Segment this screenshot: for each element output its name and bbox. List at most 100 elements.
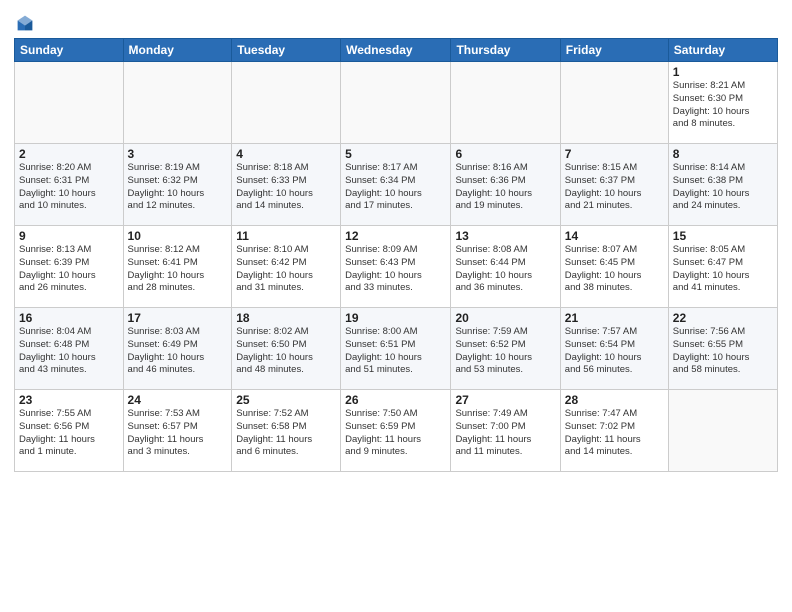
calendar-cell: 6Sunrise: 8:16 AM Sunset: 6:36 PM Daylig… bbox=[451, 144, 560, 226]
weekday-header-friday: Friday bbox=[560, 39, 668, 62]
day-number: 27 bbox=[455, 393, 555, 407]
weekday-header-saturday: Saturday bbox=[668, 39, 777, 62]
calendar-cell: 21Sunrise: 7:57 AM Sunset: 6:54 PM Dayli… bbox=[560, 308, 668, 390]
day-info: Sunrise: 8:12 AM Sunset: 6:41 PM Dayligh… bbox=[128, 244, 228, 295]
day-number: 20 bbox=[455, 311, 555, 325]
day-number: 7 bbox=[565, 147, 664, 161]
calendar-cell bbox=[560, 62, 668, 144]
weekday-header-thursday: Thursday bbox=[451, 39, 560, 62]
calendar-cell: 1Sunrise: 8:21 AM Sunset: 6:30 PM Daylig… bbox=[668, 62, 777, 144]
day-number: 15 bbox=[673, 229, 773, 243]
day-number: 13 bbox=[455, 229, 555, 243]
calendar-cell bbox=[451, 62, 560, 144]
calendar-cell: 14Sunrise: 8:07 AM Sunset: 6:45 PM Dayli… bbox=[560, 226, 668, 308]
calendar-cell: 19Sunrise: 8:00 AM Sunset: 6:51 PM Dayli… bbox=[341, 308, 451, 390]
day-info: Sunrise: 7:49 AM Sunset: 7:00 PM Dayligh… bbox=[455, 408, 555, 459]
day-number: 23 bbox=[19, 393, 119, 407]
day-info: Sunrise: 8:19 AM Sunset: 6:32 PM Dayligh… bbox=[128, 162, 228, 213]
day-info: Sunrise: 8:17 AM Sunset: 6:34 PM Dayligh… bbox=[345, 162, 446, 213]
day-info: Sunrise: 7:47 AM Sunset: 7:02 PM Dayligh… bbox=[565, 408, 664, 459]
calendar-cell: 16Sunrise: 8:04 AM Sunset: 6:48 PM Dayli… bbox=[15, 308, 124, 390]
day-info: Sunrise: 8:04 AM Sunset: 6:48 PM Dayligh… bbox=[19, 326, 119, 377]
calendar-cell: 27Sunrise: 7:49 AM Sunset: 7:00 PM Dayli… bbox=[451, 390, 560, 472]
calendar-cell: 8Sunrise: 8:14 AM Sunset: 6:38 PM Daylig… bbox=[668, 144, 777, 226]
day-info: Sunrise: 8:14 AM Sunset: 6:38 PM Dayligh… bbox=[673, 162, 773, 213]
day-number: 10 bbox=[128, 229, 228, 243]
day-info: Sunrise: 8:21 AM Sunset: 6:30 PM Dayligh… bbox=[673, 80, 773, 131]
day-number: 25 bbox=[236, 393, 336, 407]
day-info: Sunrise: 8:20 AM Sunset: 6:31 PM Dayligh… bbox=[19, 162, 119, 213]
calendar-cell: 20Sunrise: 7:59 AM Sunset: 6:52 PM Dayli… bbox=[451, 308, 560, 390]
day-info: Sunrise: 7:57 AM Sunset: 6:54 PM Dayligh… bbox=[565, 326, 664, 377]
day-number: 17 bbox=[128, 311, 228, 325]
day-number: 14 bbox=[565, 229, 664, 243]
weekday-header-monday: Monday bbox=[123, 39, 232, 62]
day-number: 5 bbox=[345, 147, 446, 161]
day-number: 2 bbox=[19, 147, 119, 161]
calendar-cell: 12Sunrise: 8:09 AM Sunset: 6:43 PM Dayli… bbox=[341, 226, 451, 308]
calendar-cell: 2Sunrise: 8:20 AM Sunset: 6:31 PM Daylig… bbox=[15, 144, 124, 226]
calendar-cell: 4Sunrise: 8:18 AM Sunset: 6:33 PM Daylig… bbox=[232, 144, 341, 226]
day-number: 6 bbox=[455, 147, 555, 161]
day-info: Sunrise: 8:10 AM Sunset: 6:42 PM Dayligh… bbox=[236, 244, 336, 295]
day-number: 24 bbox=[128, 393, 228, 407]
calendar-cell: 5Sunrise: 8:17 AM Sunset: 6:34 PM Daylig… bbox=[341, 144, 451, 226]
calendar-cell: 22Sunrise: 7:56 AM Sunset: 6:55 PM Dayli… bbox=[668, 308, 777, 390]
calendar-cell: 18Sunrise: 8:02 AM Sunset: 6:50 PM Dayli… bbox=[232, 308, 341, 390]
calendar: SundayMondayTuesdayWednesdayThursdayFrid… bbox=[14, 38, 778, 472]
weekday-header-tuesday: Tuesday bbox=[232, 39, 341, 62]
day-number: 22 bbox=[673, 311, 773, 325]
day-number: 18 bbox=[236, 311, 336, 325]
day-number: 8 bbox=[673, 147, 773, 161]
calendar-cell bbox=[15, 62, 124, 144]
calendar-cell: 25Sunrise: 7:52 AM Sunset: 6:58 PM Dayli… bbox=[232, 390, 341, 472]
day-info: Sunrise: 8:09 AM Sunset: 6:43 PM Dayligh… bbox=[345, 244, 446, 295]
day-info: Sunrise: 8:02 AM Sunset: 6:50 PM Dayligh… bbox=[236, 326, 336, 377]
logo-general bbox=[14, 14, 34, 32]
calendar-cell: 11Sunrise: 8:10 AM Sunset: 6:42 PM Dayli… bbox=[232, 226, 341, 308]
day-number: 4 bbox=[236, 147, 336, 161]
day-number: 11 bbox=[236, 229, 336, 243]
day-info: Sunrise: 8:13 AM Sunset: 6:39 PM Dayligh… bbox=[19, 244, 119, 295]
calendar-cell: 17Sunrise: 8:03 AM Sunset: 6:49 PM Dayli… bbox=[123, 308, 232, 390]
calendar-cell bbox=[341, 62, 451, 144]
day-info: Sunrise: 8:05 AM Sunset: 6:47 PM Dayligh… bbox=[673, 244, 773, 295]
calendar-cell bbox=[668, 390, 777, 472]
day-info: Sunrise: 7:50 AM Sunset: 6:59 PM Dayligh… bbox=[345, 408, 446, 459]
calendar-cell bbox=[123, 62, 232, 144]
day-info: Sunrise: 7:53 AM Sunset: 6:57 PM Dayligh… bbox=[128, 408, 228, 459]
day-info: Sunrise: 8:07 AM Sunset: 6:45 PM Dayligh… bbox=[565, 244, 664, 295]
day-number: 12 bbox=[345, 229, 446, 243]
logo bbox=[14, 14, 34, 32]
day-number: 28 bbox=[565, 393, 664, 407]
day-info: Sunrise: 7:55 AM Sunset: 6:56 PM Dayligh… bbox=[19, 408, 119, 459]
day-number: 3 bbox=[128, 147, 228, 161]
day-number: 19 bbox=[345, 311, 446, 325]
day-info: Sunrise: 8:03 AM Sunset: 6:49 PM Dayligh… bbox=[128, 326, 228, 377]
calendar-cell: 23Sunrise: 7:55 AM Sunset: 6:56 PM Dayli… bbox=[15, 390, 124, 472]
day-info: Sunrise: 8:15 AM Sunset: 6:37 PM Dayligh… bbox=[565, 162, 664, 213]
weekday-header-sunday: Sunday bbox=[15, 39, 124, 62]
calendar-cell: 15Sunrise: 8:05 AM Sunset: 6:47 PM Dayli… bbox=[668, 226, 777, 308]
day-number: 16 bbox=[19, 311, 119, 325]
day-info: Sunrise: 7:56 AM Sunset: 6:55 PM Dayligh… bbox=[673, 326, 773, 377]
calendar-cell: 10Sunrise: 8:12 AM Sunset: 6:41 PM Dayli… bbox=[123, 226, 232, 308]
calendar-cell: 7Sunrise: 8:15 AM Sunset: 6:37 PM Daylig… bbox=[560, 144, 668, 226]
day-info: Sunrise: 7:52 AM Sunset: 6:58 PM Dayligh… bbox=[236, 408, 336, 459]
calendar-cell: 28Sunrise: 7:47 AM Sunset: 7:02 PM Dayli… bbox=[560, 390, 668, 472]
day-info: Sunrise: 7:59 AM Sunset: 6:52 PM Dayligh… bbox=[455, 326, 555, 377]
day-number: 21 bbox=[565, 311, 664, 325]
day-info: Sunrise: 8:16 AM Sunset: 6:36 PM Dayligh… bbox=[455, 162, 555, 213]
day-info: Sunrise: 8:08 AM Sunset: 6:44 PM Dayligh… bbox=[455, 244, 555, 295]
calendar-cell: 3Sunrise: 8:19 AM Sunset: 6:32 PM Daylig… bbox=[123, 144, 232, 226]
day-info: Sunrise: 8:18 AM Sunset: 6:33 PM Dayligh… bbox=[236, 162, 336, 213]
day-info: Sunrise: 8:00 AM Sunset: 6:51 PM Dayligh… bbox=[345, 326, 446, 377]
weekday-header-wednesday: Wednesday bbox=[341, 39, 451, 62]
day-number: 1 bbox=[673, 65, 773, 79]
calendar-cell: 13Sunrise: 8:08 AM Sunset: 6:44 PM Dayli… bbox=[451, 226, 560, 308]
calendar-cell: 9Sunrise: 8:13 AM Sunset: 6:39 PM Daylig… bbox=[15, 226, 124, 308]
day-number: 26 bbox=[345, 393, 446, 407]
day-number: 9 bbox=[19, 229, 119, 243]
calendar-cell bbox=[232, 62, 341, 144]
calendar-cell: 24Sunrise: 7:53 AM Sunset: 6:57 PM Dayli… bbox=[123, 390, 232, 472]
